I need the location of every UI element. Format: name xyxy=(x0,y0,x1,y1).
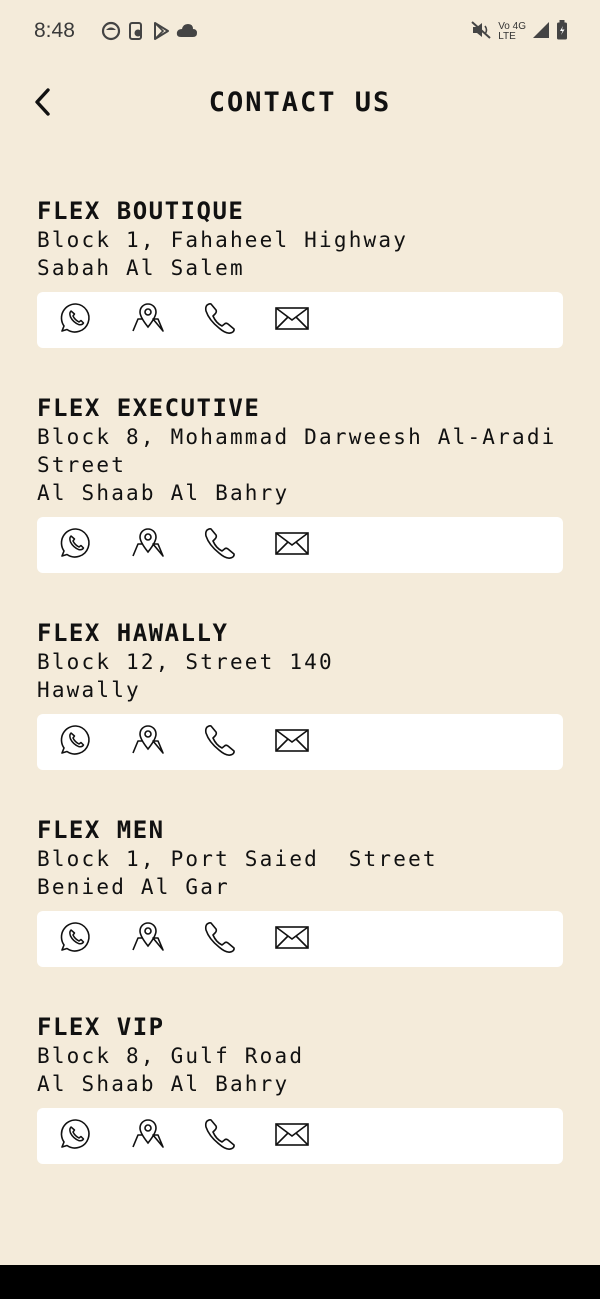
call-button[interactable] xyxy=(203,528,237,562)
store-card: FLEX HAWALLY Block 12, Street 140 Hawall… xyxy=(37,618,563,770)
map-button[interactable] xyxy=(131,922,165,956)
store-card: FLEX BOUTIQUE Block 1, Fahaheel Highway … xyxy=(37,196,563,348)
whatsapp-button[interactable] xyxy=(59,1119,93,1153)
circle-app-icon xyxy=(101,21,121,45)
mail-icon xyxy=(275,526,309,564)
map-pin-icon xyxy=(131,1117,165,1155)
store-card: FLEX VIP Block 8, Gulf Road Al Shaab Al … xyxy=(37,1012,563,1164)
store-name: FLEX HAWALLY xyxy=(37,619,229,647)
email-button[interactable] xyxy=(275,303,309,337)
store-address-line: Benied Al Gar xyxy=(37,875,230,899)
store-address-line: Block 8, Mohammad Darweesh Al-Aradi xyxy=(37,425,557,449)
store-name: FLEX VIP xyxy=(37,1013,165,1041)
whatsapp-button[interactable] xyxy=(59,922,93,956)
store-address-line: Block 1, Port Saied Street xyxy=(37,847,438,871)
store-actions xyxy=(37,517,563,573)
store-address-line: Hawally xyxy=(37,678,141,702)
mail-icon xyxy=(275,301,309,339)
map-button[interactable] xyxy=(131,303,165,337)
store-address-line: Block 8, Gulf Road xyxy=(37,1044,305,1068)
mail-icon xyxy=(275,1117,309,1155)
store-card: FLEX EXECUTIVE Block 8, Mohammad Darwees… xyxy=(37,393,563,573)
email-button[interactable] xyxy=(275,1119,309,1153)
store-name: FLEX EXECUTIVE xyxy=(37,394,261,422)
store-list: FLEX BOUTIQUE Block 1, Fahaheel Highway … xyxy=(37,196,563,1164)
whatsapp-icon xyxy=(59,526,93,564)
whatsapp-icon xyxy=(59,1117,93,1155)
whatsapp-button[interactable] xyxy=(59,528,93,562)
phone-icon xyxy=(203,920,237,958)
mail-icon xyxy=(275,920,309,958)
call-button[interactable] xyxy=(203,922,237,956)
battery-icon xyxy=(556,20,568,44)
store-actions xyxy=(37,714,563,770)
cloud-icon xyxy=(176,23,198,43)
whatsapp-icon xyxy=(59,920,93,958)
phone-app-icon xyxy=(126,21,146,45)
page-title: CONTACT US xyxy=(208,87,392,118)
map-pin-icon xyxy=(131,526,165,564)
store-actions xyxy=(37,1108,563,1164)
email-button[interactable] xyxy=(275,725,309,759)
map-pin-icon xyxy=(131,301,165,339)
store-name: FLEX BOUTIQUE xyxy=(37,197,245,225)
map-button[interactable] xyxy=(131,1119,165,1153)
store-address-line: Block 12, Street 140 xyxy=(37,650,334,674)
email-button[interactable] xyxy=(275,528,309,562)
whatsapp-button[interactable] xyxy=(59,303,93,337)
play-store-icon xyxy=(151,21,171,45)
store-actions xyxy=(37,292,563,348)
store-address-line: Block 1, Fahaheel Highway xyxy=(37,228,409,252)
volte-indicator: Vo 4G LTE xyxy=(498,21,526,42)
store-address-line: Al Shaab Al Bahry xyxy=(37,481,290,505)
whatsapp-button[interactable] xyxy=(59,725,93,759)
phone-icon xyxy=(203,526,237,564)
store-actions xyxy=(37,911,563,967)
header: CONTACT US xyxy=(0,70,600,140)
map-button[interactable] xyxy=(131,725,165,759)
store-address-line: Al Shaab Al Bahry xyxy=(37,1072,290,1096)
map-button[interactable] xyxy=(131,528,165,562)
signal-icon xyxy=(532,21,550,43)
status-bar: 8:48 Vo 4G LTE xyxy=(0,0,600,64)
mute-icon xyxy=(470,20,492,44)
whatsapp-icon xyxy=(59,301,93,339)
mail-icon xyxy=(275,723,309,761)
map-pin-icon xyxy=(131,723,165,761)
call-button[interactable] xyxy=(203,303,237,337)
email-button[interactable] xyxy=(275,922,309,956)
system-nav-bar xyxy=(0,1265,600,1299)
whatsapp-icon xyxy=(59,723,93,761)
store-address-line: Sabah Al Salem xyxy=(37,256,245,280)
call-button[interactable] xyxy=(203,725,237,759)
phone-icon xyxy=(203,723,237,761)
phone-icon xyxy=(203,1117,237,1155)
call-button[interactable] xyxy=(203,1119,237,1153)
store-card: FLEX MEN Block 1, Port Saied Street Beni… xyxy=(37,815,563,967)
store-address-line: Street xyxy=(37,453,127,477)
store-name: FLEX MEN xyxy=(37,816,165,844)
status-time: 8:48 xyxy=(34,19,75,42)
phone-icon xyxy=(203,301,237,339)
map-pin-icon xyxy=(131,920,165,958)
